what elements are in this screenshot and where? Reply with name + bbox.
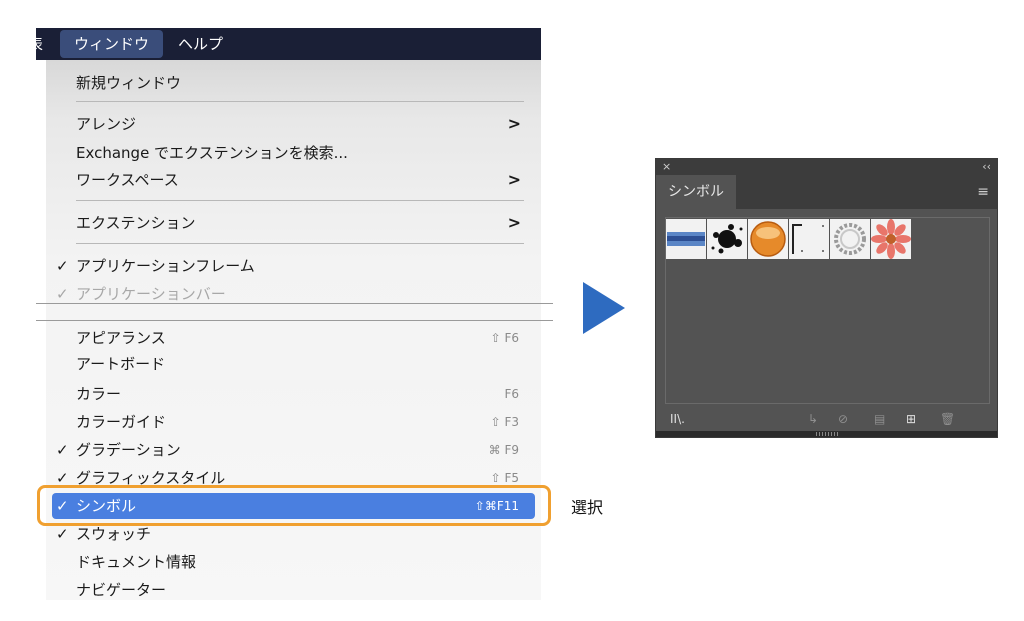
submenu-arrow-icon: > — [507, 213, 521, 232]
symbol-flower-icon[interactable] — [871, 219, 911, 259]
panel-tab-bar: シンボル ≡ — [656, 175, 997, 209]
menu-item-exchange[interactable]: Exchange でエクステンションを検索... — [46, 139, 541, 167]
tab-symbols[interactable]: シンボル — [656, 175, 736, 209]
right-arrow-icon — [583, 282, 625, 334]
shortcut-text: ⇧ F3 — [490, 415, 519, 429]
menu-separator — [76, 101, 524, 102]
break-link-icon[interactable]: ⊘ — [838, 407, 848, 431]
menu-item-navigator[interactable]: ナビゲーター — [46, 576, 541, 604]
crop-divider — [36, 320, 553, 321]
symbol-library-icon[interactable]: IⅠ\. — [670, 407, 685, 431]
symbols-panel: × ‹‹ シンボル ≡ IⅠ\. ↳ ⊘ ▤ ⊞ 🗑 — [655, 158, 998, 438]
checkmark-icon: ✓ — [56, 441, 69, 459]
place-symbol-icon[interactable]: ↳ — [808, 407, 818, 431]
menu-item-label: グラデーション — [76, 441, 181, 459]
menu-item-label: ナビゲーター — [76, 581, 167, 599]
symbol-blue-banner-icon[interactable] — [666, 219, 706, 259]
menu-item-label: エクステンション — [76, 214, 196, 232]
menu-separator — [76, 243, 524, 244]
menu-item-label: Exchange でエクステンションを検索... — [76, 144, 348, 162]
panel-title-strip: × ‹‹ — [656, 159, 997, 175]
resize-grip-icon[interactable] — [816, 432, 838, 436]
symbol-orange-button-icon[interactable] — [748, 219, 788, 259]
menubar-item-window[interactable]: ウィンドウ — [60, 30, 164, 58]
panel-menu-icon[interactable]: ≡ — [977, 175, 989, 209]
menu-item-label: アプリケーションフレーム — [76, 257, 255, 275]
menu-item-label: カラーガイド — [76, 413, 167, 431]
menu-bar: 表 ウィンドウ ヘルプ — [36, 28, 541, 60]
menu-item-app-frame[interactable]: ✓ アプリケーションフレーム — [46, 252, 541, 280]
menu-item-doc-info[interactable]: ドキュメント情報 — [46, 548, 541, 576]
menu-item-artboard[interactable]: アートボード — [46, 350, 541, 378]
menu-item-label: ドキュメント情報 — [76, 553, 197, 571]
close-icon[interactable]: × — [662, 159, 671, 175]
callout-label: 選択 — [571, 498, 604, 517]
symbol-options-icon[interactable]: ▤ — [874, 407, 885, 431]
menu-item-label: アレンジ — [76, 115, 137, 133]
submenu-arrow-icon: > — [507, 170, 521, 189]
menu-item-appearance[interactable]: アピアランス ⇧ F6 — [46, 324, 541, 352]
symbol-ink-splat-icon[interactable] — [707, 219, 747, 259]
menu-item-extensions[interactable]: エクステンション > — [46, 209, 541, 237]
menu-separator — [76, 200, 524, 201]
symbol-ring-icon[interactable] — [830, 219, 870, 259]
new-symbol-icon[interactable]: ⊞ — [906, 407, 916, 431]
menu-item-label: アピアランス — [76, 329, 166, 347]
symbol-marks-icon[interactable] — [789, 219, 829, 259]
checkmark-icon: ✓ — [56, 257, 69, 275]
menu-item-label: ワークスペース — [76, 171, 179, 189]
shortcut-text: ⇧ F6 — [490, 331, 519, 345]
menubar-item-partial[interactable]: 表 — [36, 28, 54, 60]
menubar-item-help[interactable]: ヘルプ — [178, 28, 223, 60]
submenu-arrow-icon: > — [507, 114, 521, 133]
shortcut-text: F6 — [504, 387, 519, 401]
menu-item-color-guide[interactable]: カラーガイド ⇧ F3 — [46, 408, 541, 436]
collapse-icon[interactable]: ‹‹ — [982, 159, 991, 175]
menu-item-label: アートボード — [76, 355, 166, 373]
menu-item-workspace[interactable]: ワークスペース > — [46, 166, 541, 194]
menu-item-label: カラー — [76, 385, 122, 403]
crop-divider — [36, 303, 553, 304]
menu-item-color[interactable]: カラー F6 — [46, 380, 541, 408]
menu-item-arrange[interactable]: アレンジ > — [46, 110, 541, 138]
shortcut-text: ⌘ F9 — [488, 443, 519, 457]
selection-highlight-box — [37, 485, 551, 526]
delete-symbol-icon[interactable]: 🗑 — [940, 407, 955, 431]
panel-bottom-toolbar: IⅠ\. ↳ ⊘ ▤ ⊞ 🗑 — [656, 407, 997, 431]
menu-item-label: 新規ウィンドウ — [76, 74, 182, 92]
menu-item-gradient[interactable]: ✓ グラデーション ⌘ F9 — [46, 436, 541, 464]
menu-item-new-window[interactable]: 新規ウィンドウ — [46, 69, 541, 97]
